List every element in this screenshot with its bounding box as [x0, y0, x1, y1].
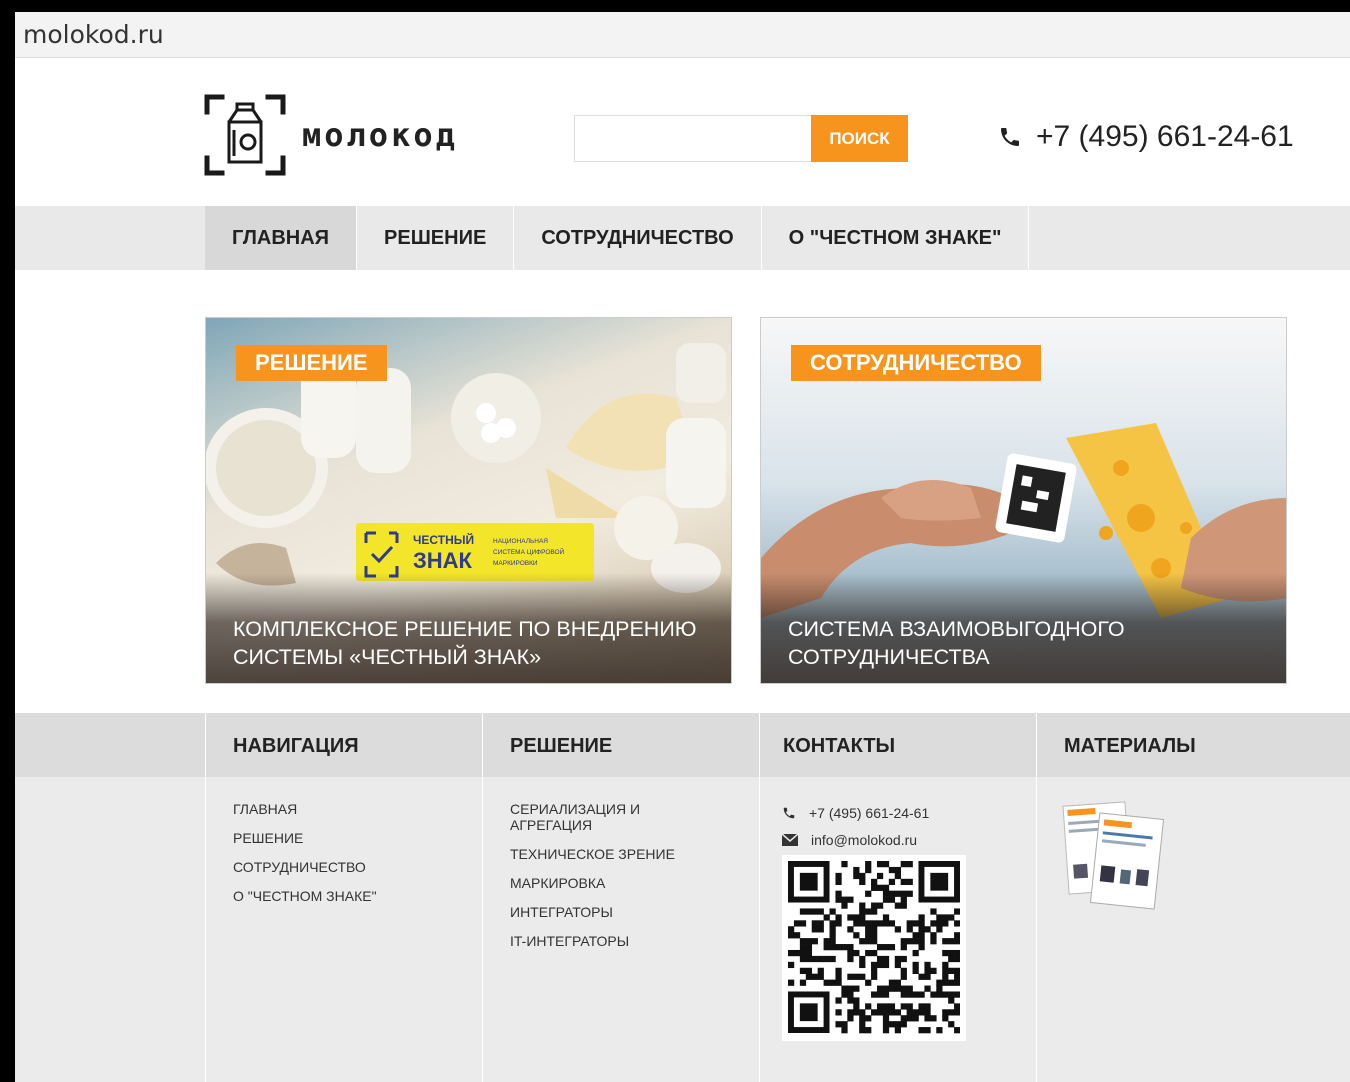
nav-item-cooperation[interactable]: СОТРУДНИЧЕСТВО [514, 206, 762, 270]
footer-link[interactable]: СЕРИАЛИЗАЦИЯ И АГРЕГАЦИЯ [510, 801, 660, 833]
browser-viewport: molokod.ru молокод ПОИСК +7 (495) 661-24… [15, 12, 1350, 1082]
card-caption-text: СИСТЕМА ВЗАИМОВЫГОДНОГО СОТРУДНИЧЕСТВА [788, 617, 1125, 669]
solution-card[interactable]: ЧЕСТНЫЙ ЗНАК НАЦИОНАЛЬНАЯ СИСТЕМА ЦИФРОВ… [205, 317, 732, 684]
search-form: ПОИСК [574, 115, 908, 162]
footer-title: КОНТАКТЫ [783, 735, 896, 757]
brochure-thumbnail-icon[interactable] [1062, 798, 1167, 916]
footer-link[interactable]: ИНТЕГРАТОРЫ [510, 904, 660, 920]
url-text[interactable]: molokod.ru [23, 20, 164, 49]
footer-link[interactable]: ГЛАВНАЯ [233, 801, 377, 817]
cooperation-card[interactable]: СОТРУДНИЧЕСТВО СИСТЕМА ВЗАИМОВЫГОДНОГО С… [760, 317, 1287, 684]
footer-email[interactable]: info@molokod.ru [782, 832, 917, 848]
svg-text:ЗНАК: ЗНАК [413, 548, 473, 573]
card-caption-text: КОМПЛЕКСНОЕ РЕШЕНИЕ ПО ВНЕДРЕНИЮ СИСТЕМЫ… [233, 617, 697, 669]
search-button[interactable]: ПОИСК [811, 115, 908, 162]
logo-text[interactable]: молокод [302, 116, 458, 154]
qr-code-icon [788, 861, 961, 1034]
search-input[interactable] [575, 116, 811, 161]
logo-icon[interactable] [204, 94, 286, 176]
card-tag: РЕШЕНИЕ [236, 345, 387, 381]
card-caption: КОМПЛЕКСНОЕ РЕШЕНИЕ ПО ВНЕДРЕНИЮ СИСТЕМЫ… [206, 573, 731, 683]
footer-link[interactable]: МАРКИРОВКА [510, 875, 660, 891]
footer-link[interactable]: РЕШЕНИЕ [233, 830, 377, 846]
footer-title: НАВИГАЦИЯ [233, 735, 359, 757]
nav-item-solution[interactable]: РЕШЕНИЕ [357, 206, 515, 270]
footer-title: МАТЕРИАЛЫ [1064, 735, 1196, 757]
header-phone[interactable]: +7 (495) 661-24-61 [998, 119, 1294, 155]
footer-col-solution: РЕШЕНИЕ СЕРИАЛИЗАЦИЯ И АГРЕГАЦИЯ ТЕХНИЧЕ… [482, 713, 759, 1082]
footer-phone-text: +7 (495) 661-24-61 [809, 805, 930, 821]
qr-code [782, 855, 966, 1041]
footer-link[interactable]: IT-ИНТЕГРАТОРЫ [510, 933, 660, 949]
footer-title: РЕШЕНИЕ [510, 735, 613, 757]
footer-phone[interactable]: +7 (495) 661-24-61 [782, 805, 929, 821]
footer-link[interactable]: СОТРУДНИЧЕСТВО [233, 859, 377, 875]
nav-item-honest-sign[interactable]: О "ЧЕСТНОМ ЗНАКЕ" [762, 206, 1030, 270]
footer-col-navigation: НАВИГАЦИЯ ГЛАВНАЯ РЕШЕНИЕ СОТРУДНИЧЕСТВО… [205, 713, 482, 1082]
phone-icon [783, 807, 795, 819]
phone-icon [1001, 128, 1019, 146]
nav-item-home[interactable]: ГЛАВНАЯ [205, 206, 358, 270]
footer-link[interactable]: ТЕХНИЧЕСКОЕ ЗРЕНИЕ [510, 846, 675, 862]
card-tag: СОТРУДНИЧЕСТВО [791, 345, 1041, 381]
svg-text:ЧЕСТНЫЙ: ЧЕСТНЫЙ [413, 532, 474, 547]
footer-link[interactable]: О "ЧЕСТНОМ ЗНАКЕ" [233, 888, 377, 904]
phone-number: +7 (495) 661-24-61 [1036, 120, 1294, 153]
address-bar[interactable]: molokod.ru [15, 12, 1350, 58]
footer-col-materials: МАТЕРИАЛЫ [1036, 713, 1350, 1082]
svg-text:МАРКИРОВКИ: МАРКИРОВКИ [493, 560, 538, 567]
card-caption: СИСТЕМА ВЗАИМОВЫГОДНОГО СОТРУДНИЧЕСТВА [761, 573, 1286, 683]
svg-text:НАЦИОНАЛЬНАЯ: НАЦИОНАЛЬНАЯ [493, 538, 548, 545]
footer-col-contacts: КОНТАКТЫ +7 (495) 661-24-61 info@molokod… [759, 713, 1036, 1082]
main-nav: ГЛАВНАЯ РЕШЕНИЕ СОТРУДНИЧЕСТВО О "ЧЕСТНО… [15, 206, 1350, 270]
footer-email-text: info@molokod.ru [811, 832, 918, 848]
envelope-icon [782, 834, 798, 846]
svg-text:СИСТЕМА ЦИФРОВОЙ: СИСТЕМА ЦИФРОВОЙ [493, 547, 565, 556]
